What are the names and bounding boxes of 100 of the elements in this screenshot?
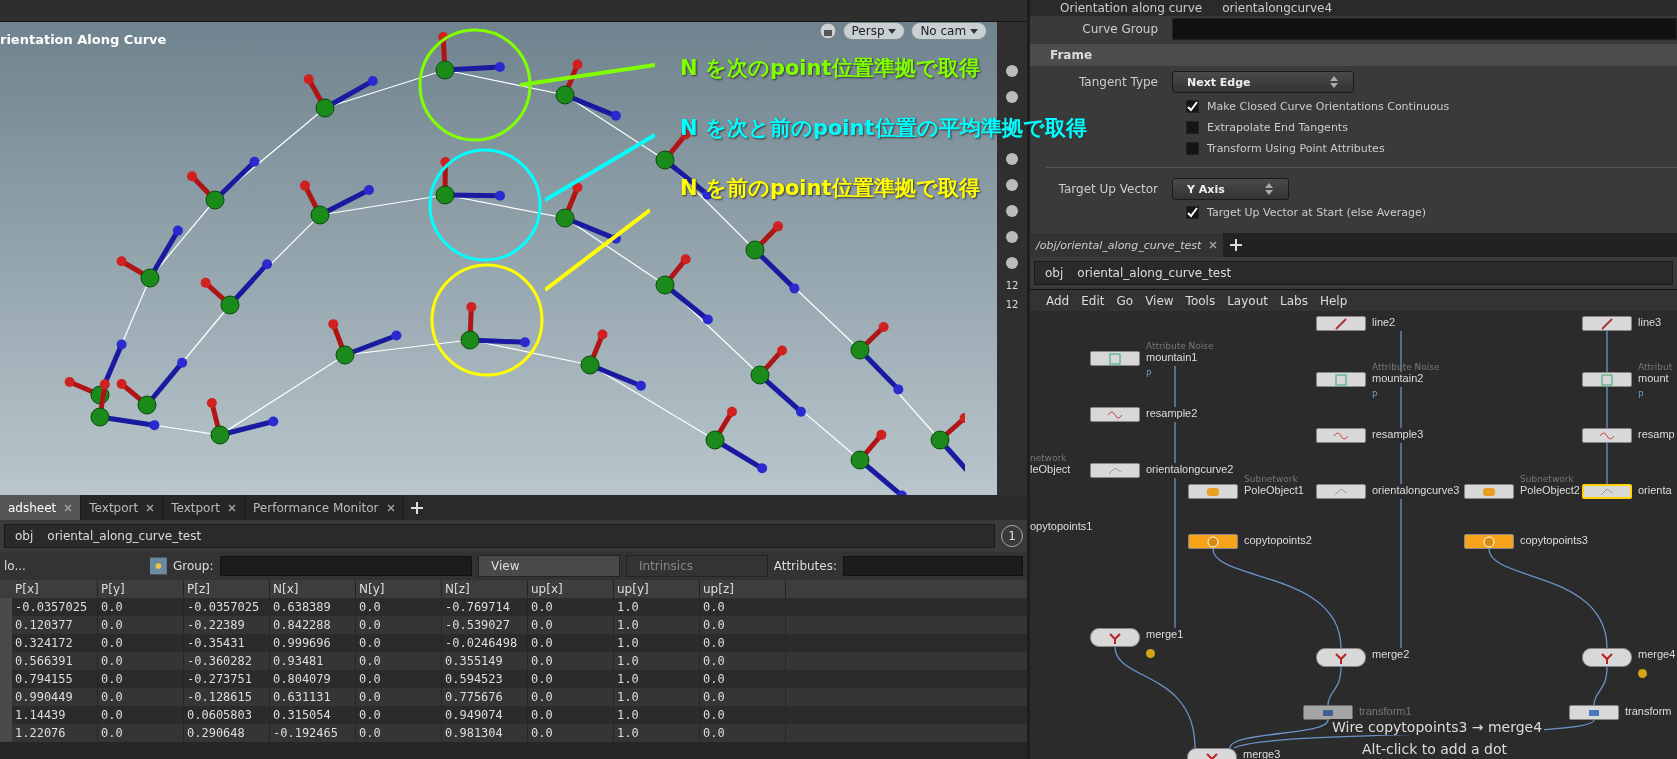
path-crumb[interactable]: oriental_along_curve_test [43, 529, 206, 543]
menu-item[interactable]: Labs [1275, 293, 1312, 308]
node-wire[interactable] [1400, 386, 1402, 429]
network-node[interactable] [1582, 316, 1632, 331]
close-icon[interactable] [146, 503, 155, 512]
node-name-label: orienta [1638, 484, 1672, 496]
network-node[interactable] [1090, 351, 1140, 366]
pane-tab[interactable]: Textport [163, 495, 246, 520]
network-node[interactable] [1090, 463, 1140, 478]
path-crumb[interactable]: oriental_along_curve_test [1073, 266, 1236, 280]
pane-tab[interactable]: Performance Monitor [245, 495, 404, 520]
view-dropdown[interactable]: View [478, 555, 620, 577]
add-tab-icon[interactable] [409, 500, 424, 515]
checkbox[interactable] [1186, 142, 1199, 155]
network-node[interactable] [1188, 484, 1238, 499]
checkbox[interactable] [1186, 100, 1199, 113]
close-icon[interactable] [1209, 241, 1218, 249]
network-node[interactable] [1188, 534, 1238, 549]
checkbox-row[interactable]: Target Up Vector at Start (else Average) [1186, 202, 1427, 223]
node-name-label: merge2 [1372, 648, 1410, 660]
menu-item[interactable]: Add [1042, 293, 1074, 308]
checkbox-row[interactable]: Extrapolate End Tangents [1186, 117, 1348, 138]
close-icon[interactable] [228, 503, 237, 512]
node-wire[interactable] [1400, 442, 1402, 485]
attributes-field[interactable] [843, 556, 1023, 576]
path-crumb[interactable]: obj [11, 529, 38, 543]
tool-icon[interactable] [1003, 202, 1021, 220]
table-cell: 1.0 [614, 724, 700, 742]
network-node[interactable] [1316, 372, 1366, 387]
network-node[interactable] [1464, 534, 1514, 549]
pane-tab[interactable]: Textport [81, 495, 164, 520]
menu-item[interactable]: Tools [1181, 293, 1220, 308]
pane-tab[interactable]: adsheet [0, 495, 82, 520]
network-node[interactable] [1582, 372, 1632, 387]
network-node[interactable] [1464, 484, 1514, 499]
copy-node-icon [1480, 534, 1498, 549]
menu-item[interactable]: View [1141, 293, 1178, 308]
network-node[interactable] [1316, 316, 1366, 331]
close-icon[interactable] [64, 503, 73, 512]
section-header: Frame [1030, 44, 1677, 66]
network-node[interactable] [1569, 705, 1619, 720]
tool-icon[interactable] [1003, 62, 1021, 80]
checkbox[interactable] [1186, 121, 1199, 134]
menu-item[interactable]: Help [1315, 293, 1352, 308]
path-crumb[interactable]: obj [1041, 266, 1068, 280]
checkbox-row[interactable]: Make Closed Curve Orientations Continuous [1186, 96, 1450, 117]
annotation-text: N を次のpoint位置準拠で取得 [680, 55, 980, 82]
node-wire[interactable] [1400, 498, 1402, 649]
tool-icon[interactable] [1003, 254, 1021, 272]
add-tab-icon[interactable] [1229, 238, 1244, 252]
copy-node-icon [1204, 534, 1222, 549]
tool-icon[interactable] [1003, 228, 1021, 246]
node-wire[interactable] [1174, 365, 1176, 408]
network-node[interactable] [1090, 628, 1140, 647]
merge-node-icon [1332, 650, 1350, 665]
points-icon[interactable] [150, 557, 167, 575]
node-wire[interactable] [1606, 386, 1608, 429]
merge-node-icon [1106, 630, 1124, 645]
node-wire[interactable] [1606, 442, 1608, 485]
menu-item[interactable]: Go [1112, 293, 1138, 308]
checkbox[interactable] [1186, 206, 1199, 219]
table-cell: 0.0 [528, 724, 614, 742]
tool-icon[interactable] [1003, 176, 1021, 194]
node-wire[interactable] [1174, 421, 1176, 464]
node-wire[interactable] [1606, 330, 1608, 373]
node-wire[interactable] [1488, 548, 1608, 649]
node-wire[interactable] [1400, 330, 1402, 373]
network-node[interactable] [1316, 648, 1366, 667]
node-wire[interactable] [1327, 666, 1342, 706]
intrinsics-dropdown[interactable]: Intrinsics [625, 555, 768, 577]
network-node[interactable] [1090, 407, 1140, 422]
parameter-label: Curve Group [1081, 22, 1159, 36]
tangent-type-menu[interactable]: Next Edge [1172, 71, 1354, 93]
group-field[interactable] [219, 556, 473, 576]
lock-icon[interactable] [818, 22, 837, 40]
checkbox-row[interactable]: Transform Using Point Attributes [1186, 138, 1385, 159]
camera-menu-button[interactable]: No cam [911, 22, 987, 40]
network-tab[interactable]: /obj/oriental_along_curve_test [1030, 233, 1224, 257]
curve-group-field[interactable] [1172, 18, 1677, 40]
close-icon[interactable] [386, 503, 395, 512]
node-wire[interactable] [1229, 719, 1329, 749]
target-up-menu[interactable]: Y Axis [1172, 178, 1289, 200]
merge-node-icon [1598, 650, 1616, 665]
network-node[interactable] [1303, 705, 1353, 720]
tool-icon[interactable] [1003, 150, 1021, 168]
node-wire[interactable] [1174, 477, 1176, 629]
network-node[interactable] [1582, 428, 1632, 443]
camera-menu-button[interactable]: Persp [842, 22, 906, 40]
network-node[interactable] [1316, 428, 1366, 443]
tool-number-label[interactable]: 12 [1005, 280, 1019, 291]
tool-number-label[interactable]: 12 [1005, 299, 1019, 310]
menu-item[interactable]: Layout [1223, 293, 1272, 308]
tool-icon[interactable] [1003, 88, 1021, 106]
node-wire[interactable] [1593, 666, 1608, 706]
network-node[interactable] [1316, 484, 1366, 499]
network-node[interactable] [1582, 648, 1632, 667]
node-name-label: line2 [1372, 316, 1396, 328]
menu-item[interactable]: Edit [1077, 293, 1109, 308]
node-wire[interactable] [1114, 646, 1196, 749]
node-wire[interactable] [1212, 548, 1342, 649]
